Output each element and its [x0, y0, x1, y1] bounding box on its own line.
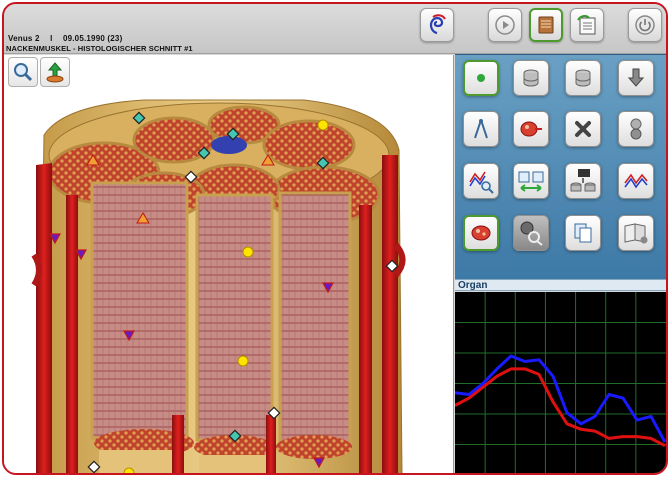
transfer-button[interactable]: [565, 163, 601, 199]
notepad-button[interactable]: [570, 8, 604, 42]
zoom-button[interactable]: [8, 57, 38, 87]
notepad-icon: [577, 14, 596, 35]
page-subtitle: NACKENMUSKEL - HISTOLOGISCHER SCHNITT #1: [6, 44, 193, 53]
organ-graph: [454, 292, 666, 473]
top-toolbar: Venus 2 l 09.05.1990 (23) NACKENMUSKEL -…: [4, 4, 666, 54]
graph-button[interactable]: [618, 163, 654, 199]
compare-icon: [518, 171, 544, 192]
copy-icon: [574, 223, 592, 243]
upload-icon: [46, 62, 64, 83]
app-window: Venus 2 l 09.05.1990 (23) NACKENMUSKEL -…: [2, 2, 668, 475]
graph-line-blue: [454, 354, 666, 443]
toggle-button[interactable]: [618, 111, 654, 147]
pointer-icon: [627, 68, 645, 87]
zoom-icon: [14, 63, 33, 82]
copy-button[interactable]: [565, 215, 601, 251]
database-button-2[interactable]: [565, 60, 601, 96]
database-icon: [523, 69, 539, 87]
organ-graph-plot: [454, 292, 666, 473]
target-dot-icon: [477, 74, 485, 82]
tissue-button[interactable]: [463, 215, 499, 251]
book-icon: [624, 223, 648, 244]
target-button[interactable]: [463, 60, 499, 96]
play-icon: [495, 15, 515, 35]
scan-icon: [520, 221, 543, 246]
pointer-button[interactable]: [618, 60, 654, 96]
play-button[interactable]: [488, 8, 522, 42]
tissue-viewer[interactable]: [4, 55, 454, 473]
graph-zoom-button[interactable]: [463, 163, 499, 199]
window-title: Venus 2 l 09.05.1990 (23): [8, 34, 130, 43]
tissue-sample-button[interactable]: [513, 111, 549, 147]
toggle-icon: [630, 118, 642, 140]
database-button-1[interactable]: [513, 60, 549, 96]
close-icon: [575, 121, 591, 137]
tissue-icon: [471, 225, 491, 241]
compass-icon: [474, 119, 488, 139]
logo-button[interactable]: [420, 8, 454, 42]
tool-panel: [455, 54, 666, 279]
book-icon: [538, 16, 554, 34]
transfer-icon: [570, 169, 596, 192]
compass-button[interactable]: [463, 111, 499, 147]
close-button[interactable]: [565, 111, 601, 147]
upload-button[interactable]: [40, 57, 70, 87]
scan-button[interactable]: [513, 215, 549, 251]
manual-button[interactable]: [618, 215, 654, 251]
power-button[interactable]: [628, 8, 662, 42]
power-icon: [635, 15, 655, 35]
graph-zoom-icon: [469, 171, 494, 194]
organ-label: Organ: [455, 279, 666, 291]
database-icon: [575, 69, 591, 87]
book-button[interactable]: [529, 8, 563, 42]
spiral-logo-icon: [429, 14, 446, 35]
compare-button[interactable]: [513, 163, 549, 199]
app-name: Venus 2: [8, 34, 40, 43]
patient-date: 09.05.1990 (23): [62, 34, 123, 43]
muscle-cross-section-image: [31, 99, 406, 473]
graph-icon: [624, 173, 648, 189]
tissue-sample-icon: [520, 121, 542, 137]
title-separator: l: [50, 34, 53, 43]
